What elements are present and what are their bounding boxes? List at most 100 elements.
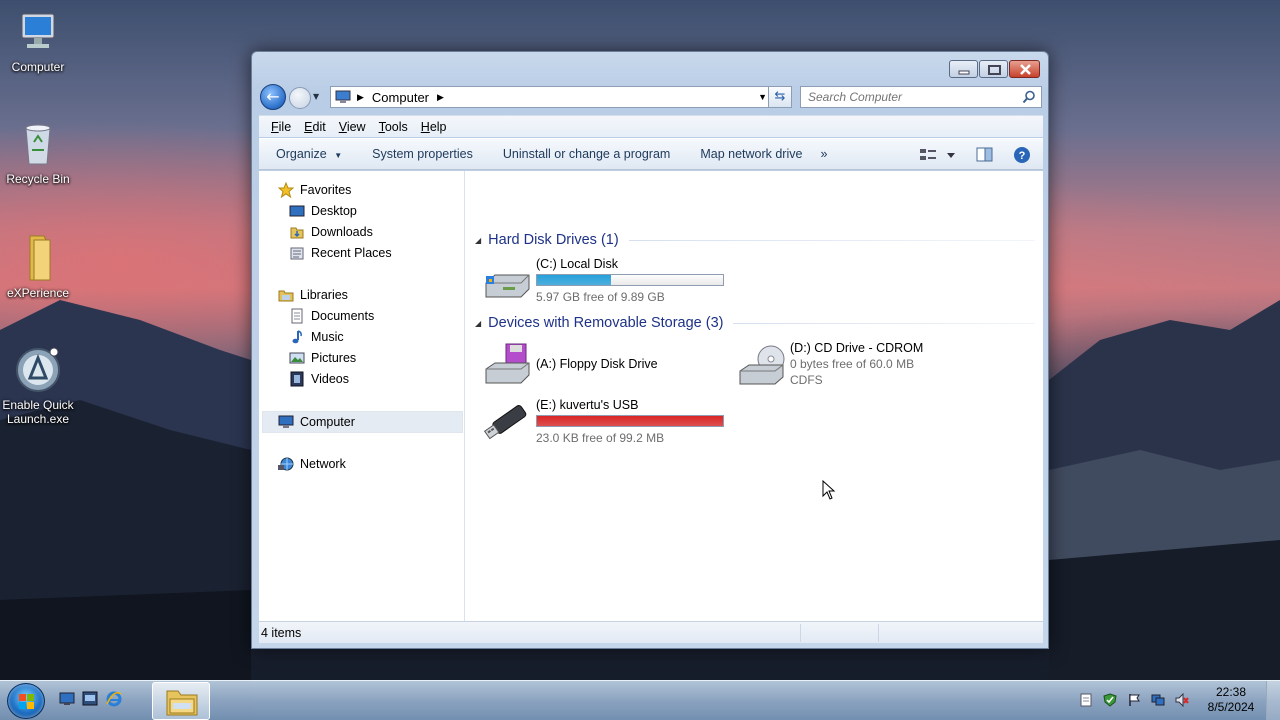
close-button[interactable] [1009,60,1040,78]
help-button[interactable]: ? [1013,146,1031,167]
menu-view[interactable]: View [339,120,366,134]
menu-bar: File Edit View Tools Help [259,115,1043,137]
recycle-bin-icon [14,120,62,168]
group-header-removable[interactable]: ◢ Devices with Removable Storage (3) [475,315,1035,331]
nav-downloads-label: Downloads [311,225,373,239]
organize-label: Organize [276,147,327,161]
clock-date: 8/5/2024 [1207,700,1255,714]
nav-recent-places[interactable]: Recent Places [289,243,392,263]
drive-e-usage-fill [537,416,723,426]
volume-muted-icon[interactable] [1175,693,1189,707]
desktop-icon-computer[interactable]: Computer [0,8,76,74]
search-box[interactable] [800,86,1042,108]
nav-documents[interactable]: Documents [289,306,374,326]
status-item-count: 4 items [261,625,302,640]
drive-d-info: 0 bytes free of 60.0 MB [790,357,915,371]
recent-pages-dropdown[interactable]: ▼ [313,92,319,101]
address-bar[interactable]: ▶ Computer ▶ ▼ [330,86,774,108]
hard-drive-icon [483,257,533,303]
drive-a[interactable]: (A:) Floppy Disk Drive [483,341,733,389]
explorer-window: ← ▼ ▶ Computer ▶ ▼ ⇆ File Edit View Tool… [251,51,1049,649]
group-divider [628,239,1035,241]
preview-pane-icon [976,147,993,162]
drive-d[interactable]: (D:) CD Drive - CDROM 0 bytes free of 60… [737,341,987,389]
nav-network[interactable]: Network [278,454,346,474]
floppy-drive-icon [483,341,533,387]
star-icon [277,181,295,199]
breadcrumb-computer[interactable]: Computer [372,90,429,105]
uninstall-program-button[interactable]: Uninstall or change a program [503,147,670,161]
search-icon[interactable] [1022,90,1036,104]
menu-edit[interactable]: Edit [304,120,326,134]
preview-pane-button[interactable] [976,147,994,166]
address-row: ← ▼ ▶ Computer ▶ ▼ ⇆ [260,83,1042,111]
network-tray-icon[interactable] [1151,693,1165,707]
drives-view: ◢ Hard Disk Drives (1) (C:) Local Disk 5… [466,171,1043,621]
folder-icon [166,690,198,716]
map-network-drive-button[interactable]: Map network drive [700,147,802,161]
view-options-icon [920,149,955,160]
organize-button[interactable]: Organize ▼ [276,147,342,161]
taskbar-explorer-button[interactable] [152,682,210,720]
notification-icon[interactable] [1079,693,1093,707]
maximize-button[interactable] [979,60,1008,78]
show-desktop-button[interactable] [1266,681,1280,720]
show-desktop-quick-icon[interactable] [59,691,75,707]
menu-tools[interactable]: Tools [379,120,408,134]
nav-computer[interactable]: Computer [278,412,355,432]
minimize-button[interactable] [949,60,978,78]
drive-e-usage-bar [536,415,724,427]
group-title-hdd: Hard Disk Drives (1) [488,232,619,248]
action-center-flag-icon[interactable] [1127,693,1141,707]
nav-downloads[interactable]: Downloads [289,222,373,242]
address-dropdown-icon[interactable]: ▼ [758,92,767,102]
nav-desktop[interactable]: Desktop [289,201,357,221]
collapse-triangle-icon: ◢ [475,235,482,245]
switch-windows-quick-icon[interactable] [82,691,98,707]
desktop-icon [289,203,305,219]
drive-d-filesystem: CDFS [790,373,823,387]
documents-icon [289,308,305,324]
drive-a-name: (A:) Floppy Disk Drive [536,357,658,371]
nav-libraries[interactable]: Libraries [278,285,348,305]
recent-places-icon [289,245,305,261]
internet-explorer-icon[interactable] [106,691,122,707]
drive-c[interactable]: (C:) Local Disk 5.97 GB free of 9.89 GB [483,257,733,307]
quick-launch-icon [14,346,62,394]
search-input[interactable] [808,90,1008,104]
drive-e[interactable]: (E:) kuvertu's USB 23.0 KB free of 99.2 … [483,398,733,446]
nav-pictures[interactable]: Pictures [289,348,356,368]
cd-drive-icon [737,341,787,387]
drive-c-usage-bar [536,274,724,286]
nav-videos[interactable]: Videos [289,369,349,389]
refresh-icon: ⇆ [774,89,786,104]
breadcrumb-chevron-icon[interactable]: ▶ [437,92,444,103]
drive-e-name: (E:) kuvertu's USB [536,398,639,412]
forward-button[interactable] [289,87,311,109]
desktop-icon-recycle-bin[interactable]: Recycle Bin [0,120,76,186]
clock-time: 22:38 [1215,685,1247,699]
nav-computer-label: Computer [300,415,355,429]
change-view-button[interactable] [919,147,959,166]
system-properties-button[interactable]: System properties [372,147,473,161]
group-title-removable: Devices with Removable Storage (3) [488,315,724,331]
nav-pictures-label: Pictures [311,351,357,365]
back-button[interactable]: ← [260,84,286,110]
desktop-icon-experience[interactable]: eXPerience [0,234,76,300]
nav-music[interactable]: Music [289,327,344,347]
menu-help[interactable]: Help [421,120,447,134]
more-commands-button[interactable]: » [820,147,827,161]
menu-file[interactable]: File [271,120,291,134]
restore-icon [988,65,1001,75]
group-header-hdd[interactable]: ◢ Hard Disk Drives (1) [475,232,1035,248]
security-shield-icon[interactable] [1103,693,1117,707]
computer-icon [278,414,294,430]
network-icon [278,456,294,472]
refresh-button[interactable]: ⇆ [768,86,792,108]
drive-c-name: (C:) Local Disk [536,257,618,271]
nav-favorites[interactable]: Favorites [277,180,351,200]
status-bar: 4 items [259,621,1043,643]
desktop-icon-enable-quick-launch[interactable]: Enable Quick Launch.exe [0,346,76,426]
start-button[interactable] [7,683,45,719]
taskbar-clock[interactable]: 22:38 8/5/2024 [1200,685,1262,715]
